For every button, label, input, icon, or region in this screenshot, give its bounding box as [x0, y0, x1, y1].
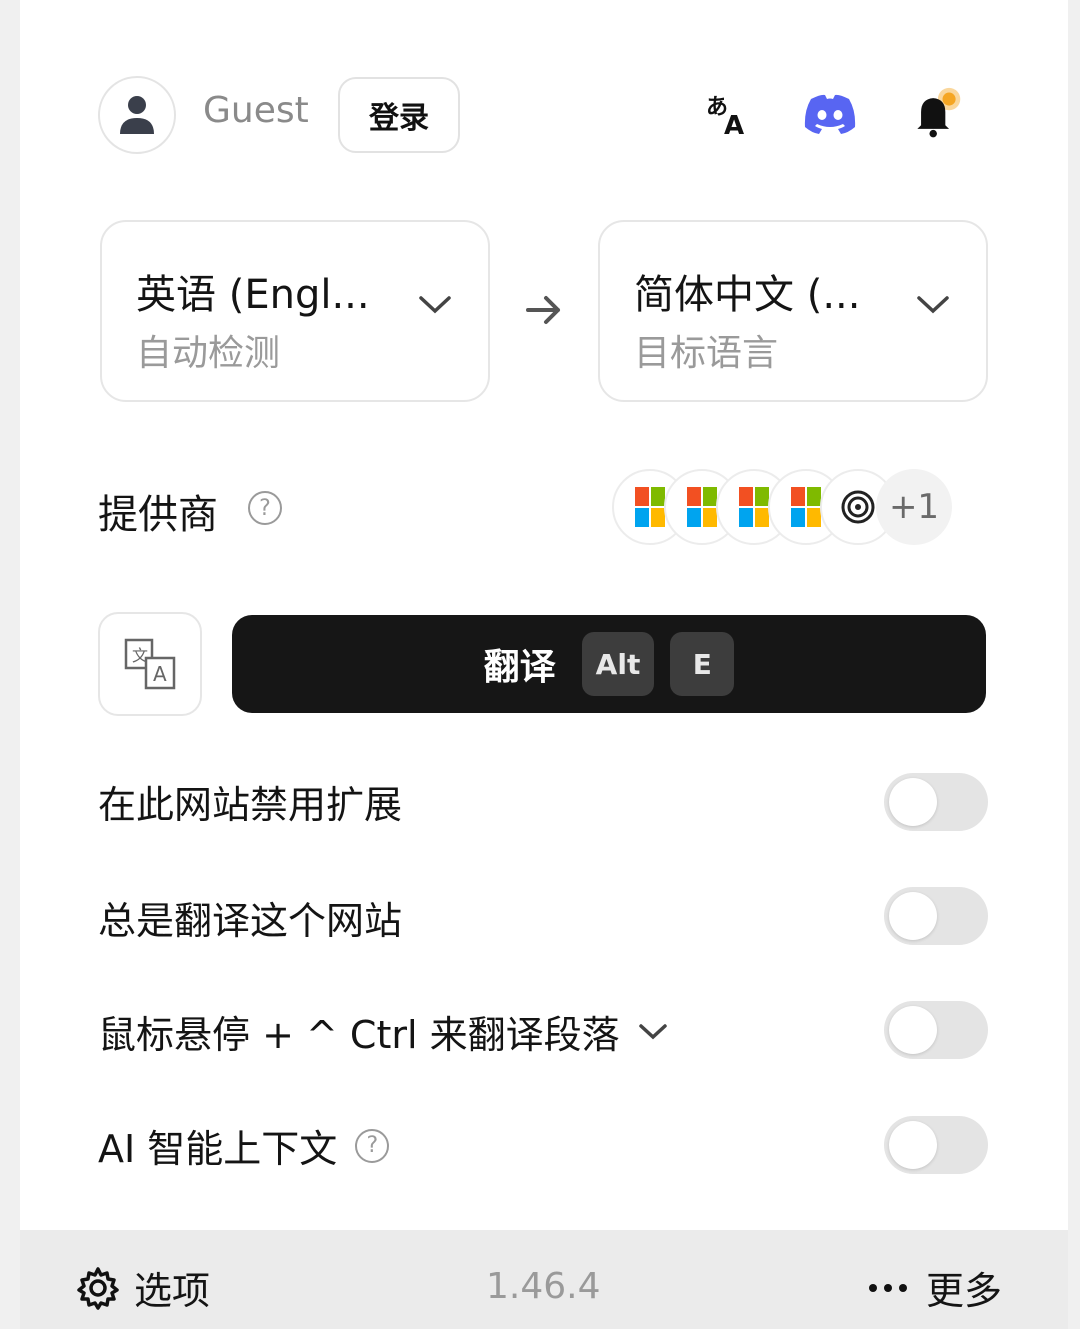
translate-language-icon[interactable]: あ A	[698, 86, 754, 142]
target-language-name: 简体中文 (...	[634, 272, 861, 318]
setting-always-translate-label: 总是翻译这个网站	[98, 890, 402, 945]
shortcut-key-alt: Alt	[581, 632, 655, 696]
help-icon[interactable]: ?	[248, 491, 282, 525]
translate-label: 翻译	[483, 647, 556, 688]
more-button[interactable]: 更多	[868, 1260, 1002, 1315]
chevron-down-icon[interactable]	[638, 1022, 668, 1042]
setting-label-text: 鼠标悬停 + ^ Ctrl 来翻译段落	[98, 1013, 620, 1057]
setting-label-text: 总是翻译这个网站	[98, 899, 403, 943]
toggle-knob	[889, 892, 937, 940]
help-icon[interactable]: ?	[355, 1128, 390, 1163]
setting-ai-context-label: AI 智能上下文 ?	[98, 1118, 390, 1173]
ai-context-toggle[interactable]	[884, 1116, 988, 1174]
source-language-name: 英语 (Engl...	[136, 272, 370, 318]
target-language-sub: 目标语言	[634, 333, 779, 374]
footer-bar: 选项 1.46.4 更多	[20, 1230, 1068, 1329]
arrow-right-icon	[526, 296, 560, 324]
source-language-sub: 自动检测	[136, 333, 281, 374]
toggle-knob	[889, 1006, 937, 1054]
translate-button[interactable]: 翻译 Alt E	[232, 615, 986, 713]
setting-label-text: 在此网站禁用扩展	[98, 783, 403, 827]
options-button[interactable]: 选项	[76, 1260, 210, 1315]
more-label: 更多	[926, 1269, 1003, 1313]
options-label: 选项	[134, 1269, 211, 1313]
discord-icon[interactable]	[802, 86, 858, 142]
guest-label: Guest	[203, 90, 309, 131]
avatar[interactable]	[98, 76, 176, 154]
translate-icon: 文 A	[124, 638, 176, 690]
disable-site-toggle[interactable]	[884, 773, 988, 831]
toggle-knob	[889, 778, 937, 826]
chevron-down-icon	[917, 296, 949, 314]
notification-bell-icon[interactable]	[908, 86, 964, 142]
chevron-down-icon	[419, 296, 451, 314]
version-label: 1.46.4	[486, 1266, 601, 1307]
login-button[interactable]: 登录	[338, 77, 460, 153]
setting-disable-site-label: 在此网站禁用扩展	[98, 774, 402, 829]
source-language-select[interactable]: 英语 (Engl... 自动检测	[100, 220, 490, 402]
translate-page-button[interactable]: 文 A	[98, 612, 202, 716]
svg-text:A: A	[724, 111, 744, 138]
popup-panel: Guest 登录 あ A 英语 (Engl... 自动检测 简体中文 (... …	[20, 0, 1068, 1329]
hover-translate-toggle[interactable]	[884, 1001, 988, 1059]
shortcut-key-e: E	[670, 632, 735, 696]
always-translate-toggle[interactable]	[884, 887, 988, 945]
toggle-knob	[889, 1121, 937, 1169]
providers-label: 提供商	[98, 492, 218, 538]
user-icon	[120, 96, 154, 134]
gear-icon	[77, 1266, 119, 1310]
more-dots-icon	[869, 1283, 907, 1292]
target-language-select[interactable]: 简体中文 (... 目标语言	[598, 220, 988, 402]
setting-hover-translate-label[interactable]: 鼠标悬停 + ^ Ctrl 来翻译段落	[98, 1004, 668, 1059]
setting-label-text: AI 智能上下文	[98, 1127, 338, 1171]
svg-text:A: A	[153, 662, 167, 686]
providers-more-badge[interactable]: +1	[876, 469, 952, 545]
